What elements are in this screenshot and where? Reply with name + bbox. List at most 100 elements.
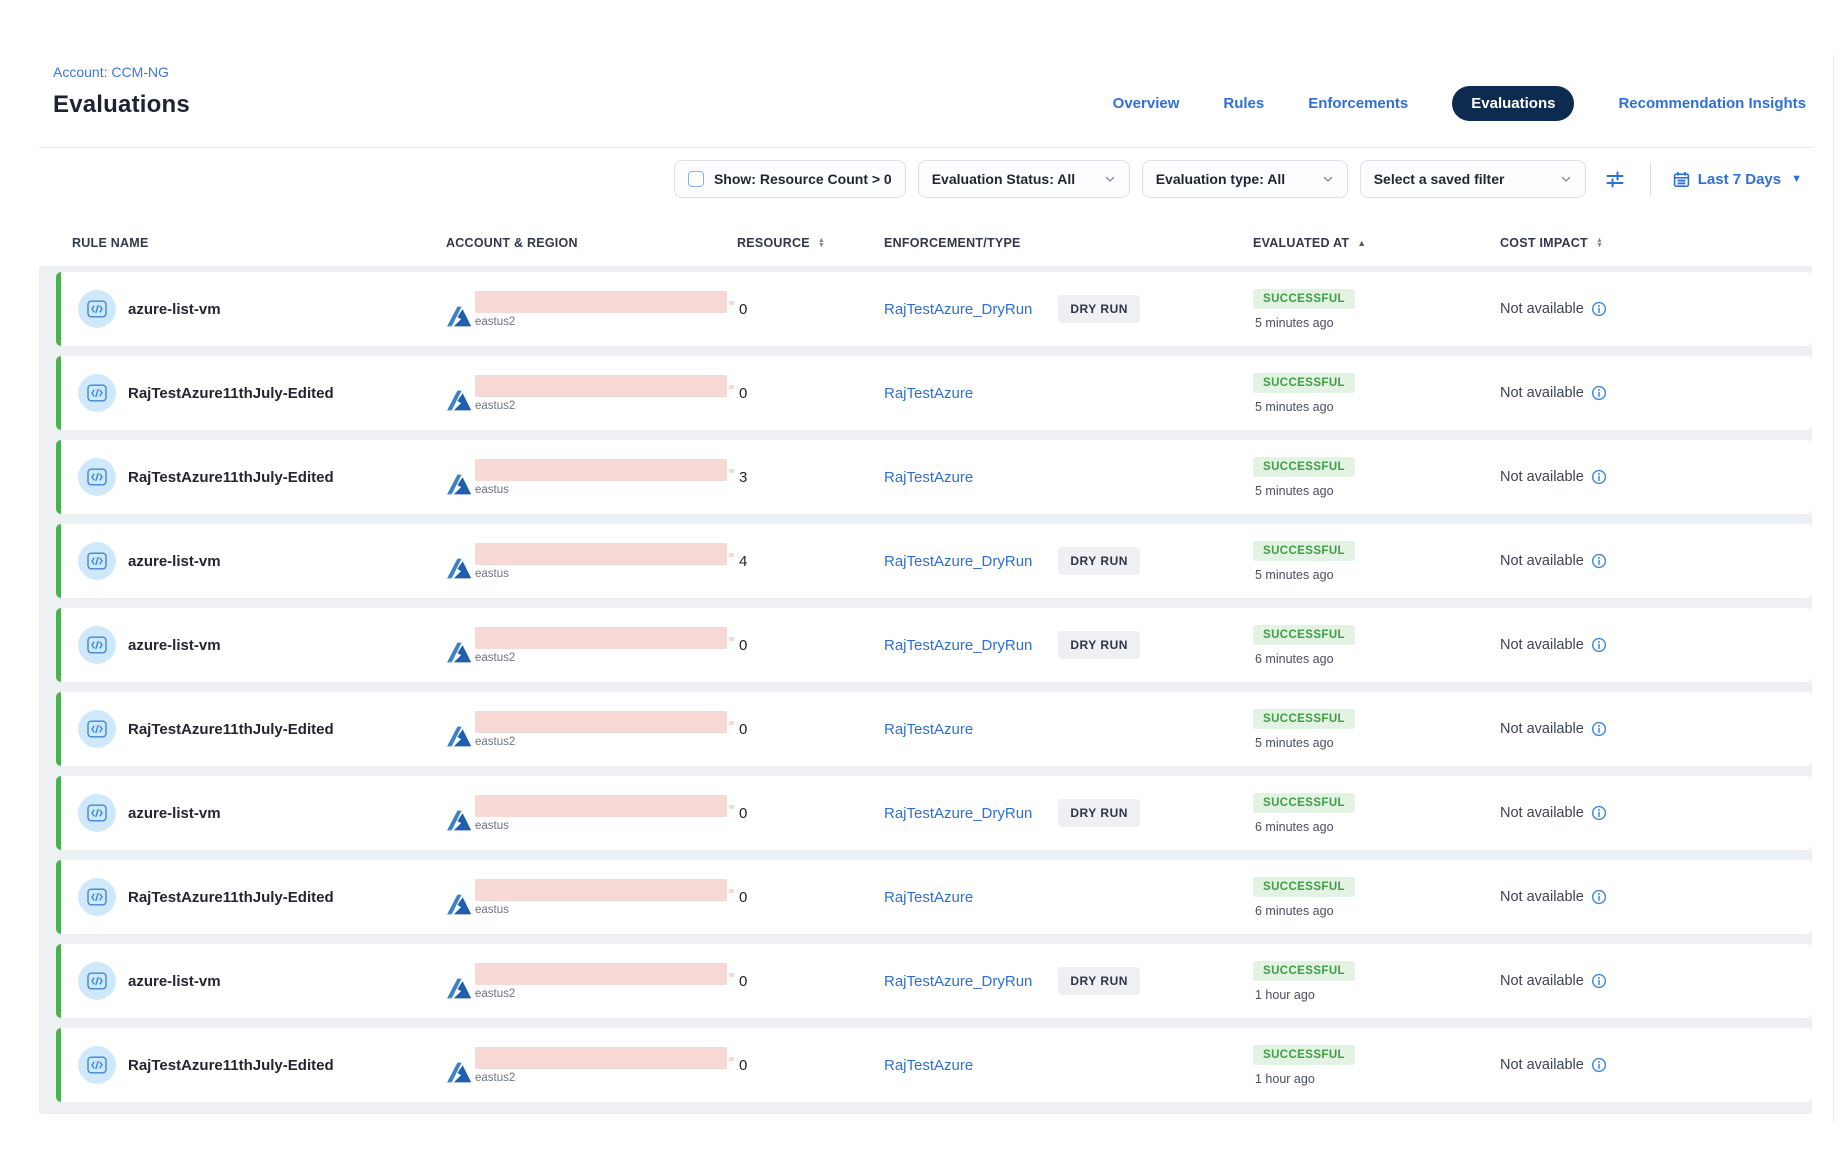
account-region-cell: eastus [446,440,737,514]
enforcement-cell: RajTestAzure_DryRun DRY RUN [884,272,1253,346]
caret-down-icon: ▼ [1791,174,1802,185]
info-icon[interactable] [1591,889,1607,905]
rule-name: azure-list-vm [128,301,221,318]
resource-count-filter[interactable]: Show: Resource Count > 0 [674,160,906,198]
info-icon[interactable] [1591,301,1607,317]
table-row[interactable]: azure-list-vm eastus2 0 RajTestAzure_Dry… [56,608,1812,682]
table-row[interactable]: RajTestAzure11thJuly-Edited eastus2 0 Ra… [56,356,1812,430]
enforcement-cell: RajTestAzure [884,356,1253,430]
enforcement-link[interactable]: RajTestAzure [884,721,973,738]
col-cost-impact[interactable]: COST IMPACT ▲▼ [1500,236,1812,250]
resource-count: 0 [737,944,884,1018]
date-range-value: Last 7 Days [1698,171,1781,188]
col-evaluated-at[interactable]: EVALUATED AT ▲ [1253,236,1500,250]
evaluated-time: 5 minutes ago [1255,400,1334,414]
account-region-cell: eastus [446,776,737,850]
info-icon[interactable] [1591,973,1607,989]
rule-icon [78,290,116,328]
tab-rules[interactable]: Rules [1223,95,1264,112]
col-resource[interactable]: RESOURCE ▲▼ [737,236,884,250]
region-label: eastus2 [475,652,727,664]
resource-count: 0 [737,776,884,850]
info-icon[interactable] [1591,637,1607,653]
status-badge: SUCCESSFUL [1253,793,1355,813]
enforcement-link[interactable]: RajTestAzure_DryRun [884,805,1032,822]
info-icon[interactable] [1591,805,1607,821]
evaluations-page: Account: CCM-NG Evaluations Overview Rul… [39,0,1812,1114]
redacted-account-name [475,375,727,397]
info-icon[interactable] [1591,553,1607,569]
sort-icon[interactable]: ▲▼ [1596,238,1603,249]
table-row[interactable]: azure-list-vm eastus2 0 RajTestAzure_Dry… [56,272,1812,346]
row-accent-bar [56,692,61,766]
evaluation-status-dropdown[interactable]: Evaluation Status: All [918,160,1130,198]
date-range-picker[interactable]: Last 7 Days ▼ [1669,171,1806,188]
tab-overview[interactable]: Overview [1113,95,1180,112]
filter-settings-button[interactable] [1598,162,1632,196]
evaluated-time: 6 minutes ago [1255,904,1334,918]
sort-icon[interactable]: ▲▼ [818,238,825,249]
enforcement-link[interactable]: RajTestAzure [884,1057,973,1074]
tab-evaluations[interactable]: Evaluations [1452,86,1574,121]
row-accent-bar [56,944,61,1018]
cost-impact-cell: Not available [1500,440,1812,514]
info-icon[interactable] [1591,721,1607,737]
table-row[interactable]: RajTestAzure11thJuly-Edited eastus 0 Raj… [56,860,1812,934]
info-icon[interactable] [1591,1057,1607,1073]
redacted-account-name [475,879,727,901]
azure-icon [446,809,472,832]
info-icon[interactable] [1591,469,1607,485]
evaluated-cell: SUCCESSFUL 6 minutes ago [1253,776,1500,850]
table-row[interactable]: azure-list-vm eastus 0 RajTestAzure_DryR… [56,776,1812,850]
breadcrumb-account-link[interactable]: Account: CCM-NG [53,64,169,80]
azure-icon [446,893,472,916]
col-account-region: ACCOUNT & REGION [446,236,737,250]
region-label: eastus [475,484,727,496]
region-label: eastus2 [475,400,727,412]
account-stack: eastus2 [475,711,727,748]
evaluation-type-dropdown[interactable]: Evaluation type: All [1142,160,1348,198]
row-accent-bar [56,860,61,934]
dry-run-badge: DRY RUN [1058,799,1140,827]
rule-cell: azure-list-vm [56,608,446,682]
sort-ascending-icon[interactable]: ▲ [1357,238,1366,248]
region-label: eastus2 [475,736,727,748]
enforcement-link[interactable]: RajTestAzure [884,469,973,486]
enforcement-link[interactable]: RajTestAzure_DryRun [884,637,1032,654]
rule-name: azure-list-vm [128,637,221,654]
enforcement-link[interactable]: RajTestAzure_DryRun [884,553,1032,570]
table-row[interactable]: RajTestAzure11thJuly-Edited eastus 3 Raj… [56,440,1812,514]
sliders-icon [1604,168,1626,190]
enforcement-link[interactable]: RajTestAzure_DryRun [884,301,1032,318]
rule-cell: RajTestAzure11thJuly-Edited [56,440,446,514]
region-label: eastus [475,904,727,916]
enforcement-cell: RajTestAzure_DryRun DRY RUN [884,524,1253,598]
table-row[interactable]: azure-list-vm eastus 4 RajTestAzure_DryR… [56,524,1812,598]
account-stack: eastus2 [475,963,727,1000]
enforcement-link[interactable]: RajTestAzure [884,385,973,402]
account-region-cell: eastus2 [446,356,737,430]
tab-enforcements[interactable]: Enforcements [1308,95,1408,112]
rule-icon [78,962,116,1000]
status-badge: SUCCESSFUL [1253,541,1355,561]
rule-name: azure-list-vm [128,553,221,570]
dry-run-badge: DRY RUN [1058,295,1140,323]
table-row[interactable]: RajTestAzure11thJuly-Edited eastus2 0 Ra… [56,1028,1812,1102]
status-badge: SUCCESSFUL [1253,457,1355,477]
redacted-account-name [475,711,727,733]
cost-impact-value: Not available [1500,805,1584,821]
enforcement-link[interactable]: RajTestAzure_DryRun [884,973,1032,990]
enforcement-link[interactable]: RajTestAzure [884,889,973,906]
evaluated-cell: SUCCESSFUL 5 minutes ago [1253,692,1500,766]
info-icon[interactable] [1591,385,1607,401]
saved-filter-dropdown[interactable]: Select a saved filter [1360,160,1586,198]
redacted-account-name [475,543,727,565]
account-stack: eastus2 [475,627,727,664]
resource-count-checkbox[interactable] [688,171,704,187]
azure-icon [446,977,472,1000]
table-row[interactable]: azure-list-vm eastus2 0 RajTestAzure_Dry… [56,944,1812,1018]
table-row[interactable]: RajTestAzure11thJuly-Edited eastus2 0 Ra… [56,692,1812,766]
tab-recommendation-insights[interactable]: Recommendation Insights [1618,95,1806,112]
rule-name: RajTestAzure11thJuly-Edited [128,1057,334,1074]
azure-icon [446,641,472,664]
